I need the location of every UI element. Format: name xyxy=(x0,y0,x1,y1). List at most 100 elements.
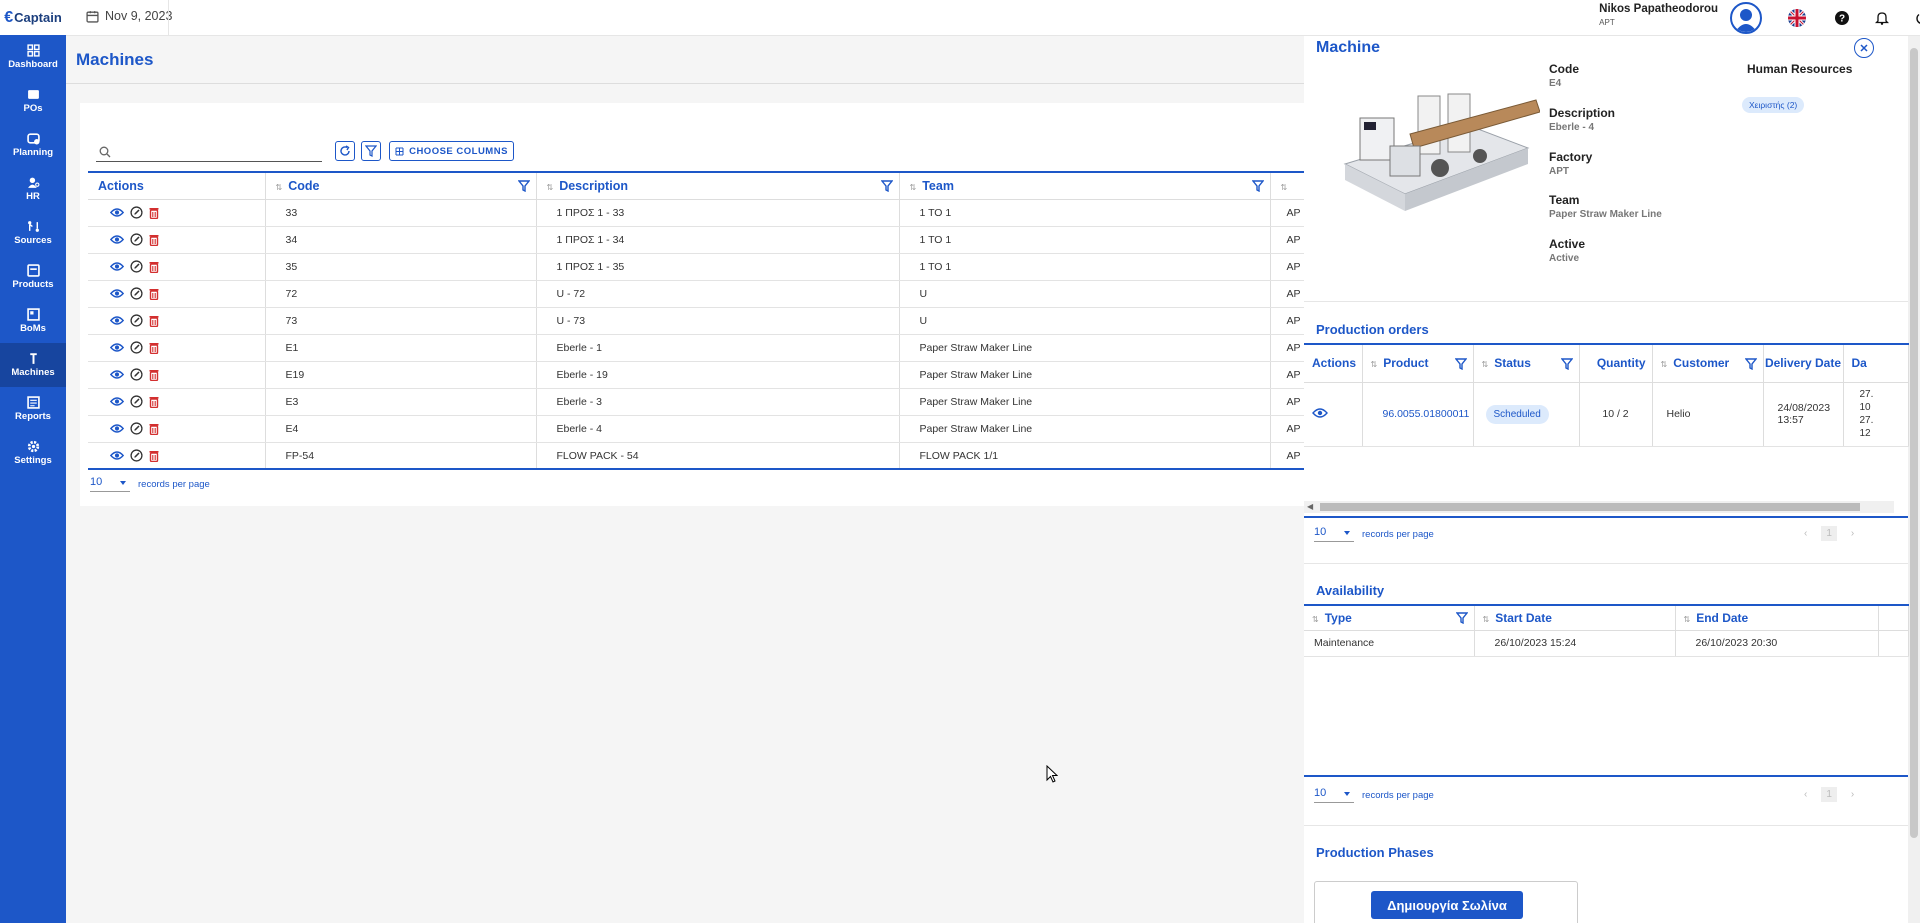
edit-icon[interactable] xyxy=(130,422,143,435)
table-row[interactable]: E4 Eberle - 4 Paper Straw Maker Line AP xyxy=(88,415,1305,443)
clear-filters-button[interactable] xyxy=(361,141,381,161)
av-col-start-date[interactable]: ⇅ Start Date xyxy=(1474,604,1676,631)
scroll-thumb[interactable] xyxy=(1320,503,1860,511)
sort-icon[interactable]: ⇅ xyxy=(1482,360,1489,369)
table-row[interactable]: 35 1 ΠΡΟΣ 1 - 35 1 TO 1 AP xyxy=(88,253,1305,281)
delete-icon[interactable] xyxy=(149,315,159,327)
date-picker[interactable]: Nov 9, 2023 xyxy=(86,9,172,23)
table-row[interactable]: 33 1 ΠΡΟΣ 1 - 33 1 TO 1 AP xyxy=(88,199,1305,227)
edit-icon[interactable] xyxy=(130,395,143,408)
view-icon[interactable] xyxy=(110,288,124,299)
table-row[interactable]: Maintenance 26/10/2023 15:24 26/10/2023 … xyxy=(1304,630,1909,657)
column-header-factory-truncated[interactable]: ⇅ xyxy=(1270,171,1305,200)
delete-icon[interactable] xyxy=(149,261,159,273)
view-icon[interactable] xyxy=(110,369,124,380)
sidebar-item-products[interactable]: Products xyxy=(0,255,66,299)
view-icon[interactable] xyxy=(1312,407,1328,419)
scroll-thumb[interactable] xyxy=(1910,48,1918,838)
column-header-description[interactable]: ⇅ Description xyxy=(536,171,900,200)
sort-icon[interactable]: ⇅ xyxy=(1661,360,1668,369)
table-row[interactable]: 34 1 ΠΡΟΣ 1 - 34 1 TO 1 AP xyxy=(88,226,1305,254)
prev-page-icon[interactable]: ‹ xyxy=(1804,528,1807,539)
table-row[interactable]: FP-54 FLOW PACK - 54 FLOW PACK 1/1 AP xyxy=(88,442,1305,470)
page-size-select[interactable]: 10 xyxy=(1314,787,1354,803)
sort-icon[interactable]: ⇅ xyxy=(1312,615,1319,624)
bell-icon[interactable] xyxy=(1874,10,1890,26)
help-icon[interactable]: ? xyxy=(1834,10,1850,26)
current-page[interactable]: 1 xyxy=(1821,526,1837,541)
column-filter-icon[interactable] xyxy=(1560,358,1573,373)
sort-icon[interactable]: ⇅ xyxy=(1371,360,1378,369)
view-icon[interactable] xyxy=(110,423,124,434)
view-icon[interactable] xyxy=(110,450,124,461)
sidebar-item-reports[interactable]: Reports xyxy=(0,387,66,431)
delete-icon[interactable] xyxy=(149,234,159,246)
column-filter-icon[interactable] xyxy=(880,180,893,195)
search-box[interactable] xyxy=(96,142,322,162)
delete-icon[interactable] xyxy=(149,288,159,300)
next-page-icon[interactable]: › xyxy=(1851,789,1854,800)
sidebar-item-boms[interactable]: BoMs xyxy=(0,299,66,343)
table-row[interactable]: 73 U - 73 U AP xyxy=(88,307,1305,335)
po-col-product[interactable]: ⇅ Product xyxy=(1362,343,1474,383)
panel-scrollbar[interactable] xyxy=(1908,36,1920,923)
column-filter-icon[interactable] xyxy=(1455,612,1468,627)
view-icon[interactable] xyxy=(110,315,124,326)
sidebar-item-settings[interactable]: Settings xyxy=(0,431,66,475)
choose-columns-button[interactable]: CHOOSE COLUMNS xyxy=(389,141,514,161)
view-icon[interactable] xyxy=(110,234,124,245)
po-col-quantity[interactable]: Quantity xyxy=(1579,343,1653,383)
prev-page-icon[interactable]: ‹ xyxy=(1804,789,1807,800)
sort-icon[interactable]: ⇅ xyxy=(1281,183,1288,192)
edit-icon[interactable] xyxy=(130,206,143,219)
sidebar-item-pos[interactable]: POs xyxy=(0,79,66,123)
language-flag-icon[interactable] xyxy=(1788,9,1806,27)
column-filter-icon[interactable] xyxy=(1454,358,1467,373)
user-info[interactable]: Nikos Papatheodorou APT xyxy=(1599,3,1718,27)
power-icon[interactable] xyxy=(1914,10,1920,26)
edit-icon[interactable] xyxy=(130,368,143,381)
sort-icon[interactable]: ⇅ xyxy=(547,183,554,192)
sort-icon[interactable]: ⇅ xyxy=(1684,615,1691,624)
next-page-icon[interactable]: › xyxy=(1851,528,1854,539)
view-icon[interactable] xyxy=(110,396,124,407)
edit-icon[interactable] xyxy=(130,287,143,300)
av-col-end-date[interactable]: ⇅ End Date xyxy=(1675,604,1879,631)
edit-icon[interactable] xyxy=(130,260,143,273)
delete-icon[interactable] xyxy=(149,342,159,354)
column-header-team[interactable]: ⇅ Team xyxy=(899,171,1271,200)
edit-icon[interactable] xyxy=(130,341,143,354)
sort-icon[interactable]: ⇅ xyxy=(1483,615,1490,624)
column-filter-icon[interactable] xyxy=(1744,358,1757,373)
view-icon[interactable] xyxy=(110,261,124,272)
sort-icon[interactable]: ⇅ xyxy=(276,183,283,192)
table-row[interactable]: E3 Eberle - 3 Paper Straw Maker Line AP xyxy=(88,388,1305,416)
view-icon[interactable] xyxy=(110,342,124,353)
column-filter-icon[interactable] xyxy=(517,180,530,195)
sidebar-item-hr[interactable]: HR xyxy=(0,167,66,211)
sidebar-item-machines[interactable]: Machines xyxy=(0,343,66,387)
po-col-customer[interactable]: ⇅ Customer xyxy=(1652,343,1764,383)
column-filter-icon[interactable] xyxy=(1251,180,1264,195)
delete-icon[interactable] xyxy=(149,396,159,408)
sidebar-item-planning[interactable]: Planning xyxy=(0,123,66,167)
horizontal-scrollbar[interactable]: ◀ xyxy=(1304,501,1894,513)
edit-icon[interactable] xyxy=(130,233,143,246)
po-col-status[interactable]: ⇅ Status xyxy=(1473,343,1580,383)
app-logo[interactable]: € Captain xyxy=(0,0,66,35)
page-size-select[interactable]: 10 xyxy=(90,476,130,492)
po-product-link[interactable]: 96.0055.01800011 xyxy=(1362,382,1474,447)
edit-icon[interactable] xyxy=(130,314,143,327)
close-panel-button[interactable] xyxy=(1854,38,1874,58)
scroll-left-icon[interactable]: ◀ xyxy=(1307,502,1313,511)
column-header-code[interactable]: ⇅ Code xyxy=(265,171,537,200)
table-row[interactable]: E1 Eberle - 1 Paper Straw Maker Line AP xyxy=(88,334,1305,362)
sidebar-item-dashboard[interactable]: Dashboard xyxy=(0,35,66,79)
table-row[interactable]: E19 Eberle - 19 Paper Straw Maker Line A… xyxy=(88,361,1305,389)
current-page[interactable]: 1 xyxy=(1821,787,1837,802)
sidebar-item-sources[interactable]: Sources xyxy=(0,211,66,255)
po-col-delivery-date[interactable]: Delivery Date xyxy=(1763,343,1844,383)
phase-button[interactable]: Δημιουργία Σωλίνα xyxy=(1371,891,1523,919)
view-icon[interactable] xyxy=(110,207,124,218)
sort-icon[interactable]: ⇅ xyxy=(910,183,917,192)
